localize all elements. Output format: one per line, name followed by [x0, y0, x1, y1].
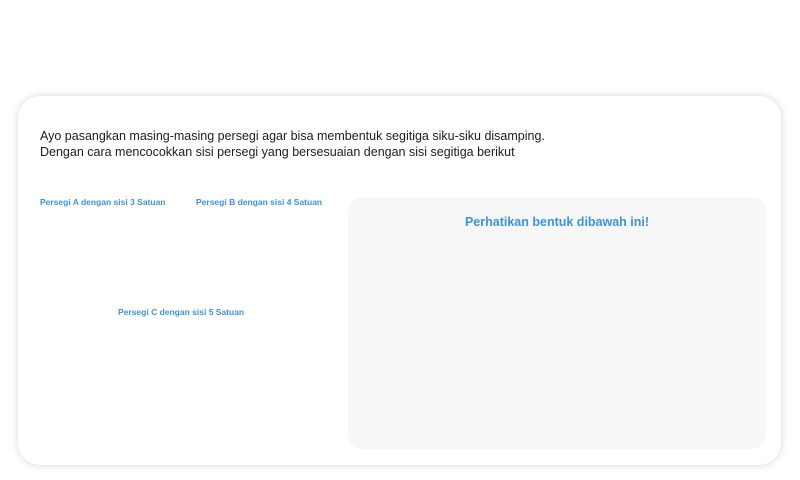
- square-b-label[interactable]: Persegi B dengan sisi 4 Satuan: [196, 197, 322, 207]
- square-c-label[interactable]: Persegi C dengan sisi 5 Satuan: [118, 307, 244, 317]
- instructions-text: Ayo pasangkan masing-masing persegi agar…: [40, 129, 545, 160]
- instructions-line-2: Dengan cara mencocokkan sisi persegi yan…: [40, 144, 515, 159]
- instructions-line-1: Ayo pasangkan masing-masing persegi agar…: [40, 129, 545, 143]
- triangle-drop-panel[interactable]: Perhatikan bentuk dibawah ini!: [348, 197, 766, 449]
- activity-card: Ayo pasangkan masing-masing persegi agar…: [18, 96, 781, 465]
- panel-title: Perhatikan bentuk dibawah ini!: [464, 215, 650, 229]
- square-a-label[interactable]: Persegi A dengan sisi 3 Satuan: [40, 197, 166, 207]
